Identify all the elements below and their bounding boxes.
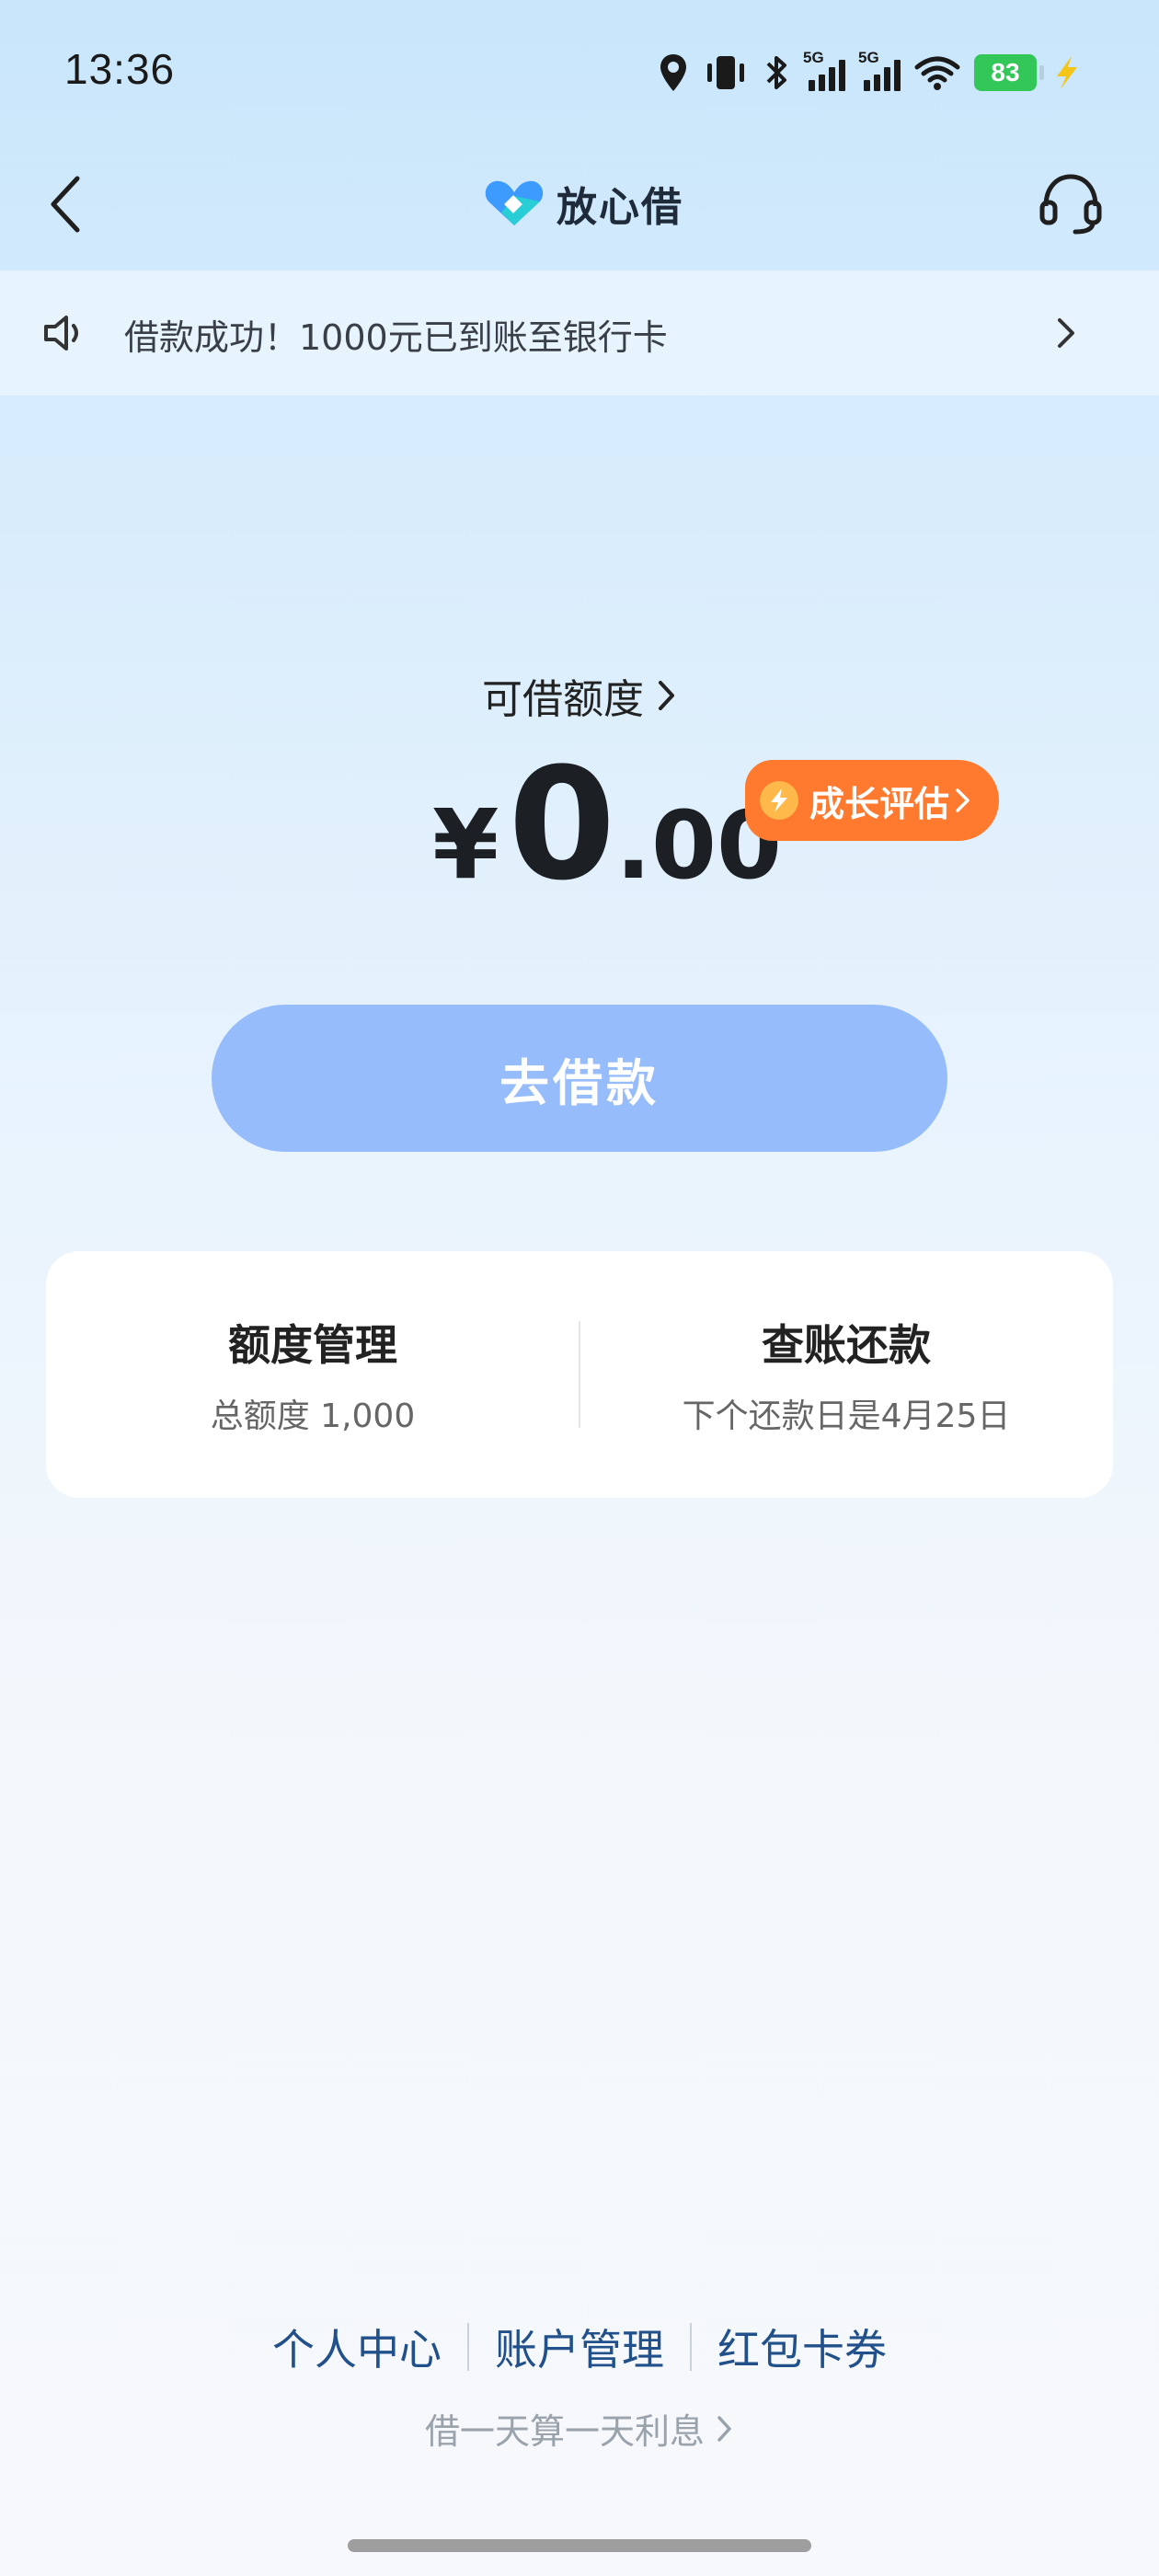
footer-links: 个人中心 账户管理 红包卡券	[0, 2317, 1159, 2377]
bill-repayment-entry[interactable]: 查账还款 下个还款日是4月25日	[580, 1251, 1113, 1498]
footer-link-coupons[interactable]: 红包卡券	[692, 2317, 912, 2377]
battery-indicator: 83	[974, 54, 1044, 91]
account-card: 额度管理 总额度 1,000 查账还款 下个还款日是4月25日	[46, 1251, 1113, 1498]
growth-evaluation-button[interactable]: 成长评估	[745, 760, 999, 841]
notice-text: 借款成功！1000元已到账至银行卡	[124, 317, 668, 358]
app-brand: 放心借	[483, 173, 683, 234]
wifi-icon	[914, 56, 960, 90]
brand-logo-icon	[485, 180, 544, 225]
home-indicator[interactable]	[348, 2539, 811, 2552]
headset-icon	[1039, 174, 1102, 235]
back-arrow-icon	[51, 176, 80, 233]
notice-bar[interactable]: 借款成功！1000元已到账至银行卡	[0, 270, 1159, 396]
chevron-right-icon	[1058, 318, 1074, 348]
lightning-icon	[760, 781, 798, 820]
available-credit-label: 可借额度	[482, 676, 644, 723]
currency-symbol: ¥	[432, 788, 499, 901]
bill-repayment-title: 查账还款	[762, 1320, 931, 1370]
interest-note: 借一天算一天利息	[424, 2411, 705, 2452]
back-button[interactable]	[37, 167, 96, 241]
speaker-icon	[44, 316, 78, 351]
status-time: 13:36	[64, 45, 176, 93]
charging-icon	[1057, 56, 1077, 89]
amount-integer: 0	[508, 734, 616, 914]
next-repayment-text: 下个还款日是4月25日	[682, 1397, 1011, 1435]
brand-name: 放心借	[557, 184, 683, 231]
interest-note-link[interactable]: 借一天算一天利息	[0, 2403, 1159, 2454]
signal-icon-2: 5G	[858, 49, 901, 91]
location-icon	[660, 54, 686, 91]
borrow-button[interactable]: 去借款	[212, 1005, 947, 1152]
footer-link-personal-center[interactable]: 个人中心	[247, 2317, 467, 2377]
growth-label: 成长评估	[809, 783, 950, 824]
credit-amount: ¥ 0 .00	[432, 747, 782, 902]
total-credit-text: 总额度 1,000	[210, 1397, 416, 1435]
customer-service-button[interactable]	[1032, 167, 1109, 241]
chevron-right-icon	[659, 681, 674, 710]
chevron-right-icon	[717, 2415, 731, 2442]
signal-icon-1: 5G	[803, 49, 845, 91]
available-credit-link[interactable]: 可借额度	[0, 666, 1159, 725]
footer-link-account-management[interactable]: 账户管理	[469, 2317, 690, 2377]
chevron-right-icon	[956, 788, 970, 812]
vibrate-icon	[707, 56, 744, 89]
borrow-button-label: 去借款	[499, 1053, 660, 1112]
credit-management-entry[interactable]: 额度管理 总额度 1,000	[46, 1251, 580, 1498]
status-icons: 5G 5G 83	[658, 46, 1083, 99]
bluetooth-icon	[766, 56, 786, 89]
credit-management-title: 额度管理	[228, 1320, 397, 1370]
